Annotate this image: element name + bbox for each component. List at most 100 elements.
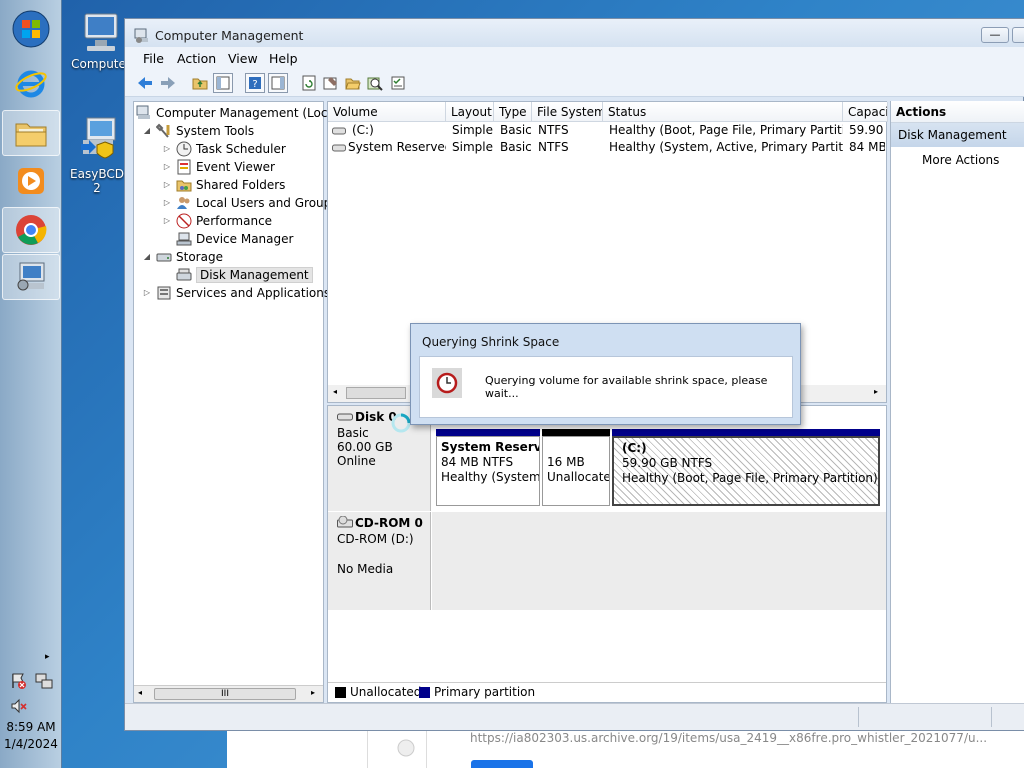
tree-horizontal-scrollbar[interactable]: ◂ III ▸ [134,685,323,702]
status-bar [125,703,1024,730]
menu-action[interactable]: Action [177,51,216,66]
taskbar-computer-management[interactable] [2,254,60,300]
back-button[interactable] [135,73,155,93]
minimize-button[interactable]: — [981,27,1009,43]
clock-time[interactable]: 8:59 AM [0,720,62,734]
tree-label: Disk Management [196,266,313,283]
expand-arrow-icon[interactable]: ▷ [162,198,172,207]
help-button[interactable]: ? [245,73,265,93]
desktop-icon-easybcd[interactable]: EasyBCD 2 [66,116,128,195]
expand-arrow-icon[interactable]: ▷ [162,162,172,171]
show-hide-console-tree-button[interactable] [213,73,233,93]
tree-item-disk-management[interactable]: Disk Management [176,266,313,283]
partition-system-reserved[interactable]: System Reserved 84 MB NTFS Healthy (Syst… [436,436,540,506]
tree-root[interactable]: Computer Management (Local [136,104,338,121]
properties-button[interactable] [321,73,341,93]
cdrom-0-label[interactable]: CD-ROM 0 CD-ROM (D:) No Media [328,512,431,610]
column-header-volume[interactable]: Volume [328,102,446,122]
action-center-icon[interactable] [10,672,28,693]
tree-label: Storage [176,249,223,264]
column-header-type[interactable]: Type [494,102,532,122]
tree-item-performance[interactable]: ▷ Performance [162,212,272,229]
tree-item-device-manager[interactable]: Device Manager [176,230,293,247]
scroll-left-icon[interactable]: ◂ [333,387,337,396]
expand-arrow-icon[interactable]: ▷ [162,144,172,153]
cell-status: Healthy (System, Active, Primary Partiti… [609,140,843,154]
collapse-arrow-icon[interactable]: ◢ [142,126,152,135]
disk-management-icon [176,267,192,283]
column-header-file-system[interactable]: File System [532,102,603,122]
network-icon[interactable] [35,672,53,693]
tree-label: Shared Folders [196,177,286,192]
scroll-thumb[interactable]: III [154,688,296,700]
maximize-button[interactable] [1012,27,1024,43]
clock-date[interactable]: 1/4/2024 [0,737,62,751]
tree-item-event-viewer[interactable]: ▷ Event Viewer [162,158,275,175]
refresh-button[interactable] [299,73,319,93]
cell-type: Basic [500,140,532,154]
open-folder-icon [345,78,361,90]
taskbar-chrome[interactable] [2,207,60,253]
cdrom-0-title: CD-ROM 0 [337,516,430,530]
scroll-right-icon[interactable]: ▸ [311,688,315,697]
partition-c[interactable]: (C:) 59.90 GB NTFS Healthy (Boot, Page F… [612,436,880,506]
tree-item-shared-folders[interactable]: ▷ Shared Folders [162,176,285,193]
svg-text:?: ? [252,79,257,90]
scroll-thumb[interactable] [346,387,406,399]
shared-folder-icon [176,177,192,193]
clock-icon [176,141,192,157]
menu-file[interactable]: File [143,51,164,66]
cell-layout: Simple [452,140,493,154]
column-header-layout[interactable]: Layout [446,102,494,122]
search-button[interactable] [365,73,385,93]
partition-status: Healthy (Boot, Page File, Primary Partit… [622,471,878,485]
tree-item-task-scheduler[interactable]: ▷ Task Scheduler [162,140,286,157]
show-hide-action-pane-button[interactable] [268,73,288,93]
up-one-level-button[interactable] [190,73,210,93]
desktop-icon-computer[interactable]: Computer [70,12,132,71]
tree-item-storage[interactable]: ◢ Storage [142,248,223,265]
open-button[interactable] [343,73,363,93]
chrome-icon [16,215,47,245]
tree-label: Task Scheduler [196,141,286,156]
taskbar-media-player[interactable] [2,158,60,204]
menu-bar: File Action View Help [125,47,1024,69]
taskbar-internet-explorer[interactable] [2,60,60,106]
collapse-arrow-icon[interactable]: ◢ [142,252,152,261]
tray-expand-icon[interactable]: ▸ [45,652,50,662]
scroll-right-icon[interactable]: ▸ [874,387,878,396]
tools-icon [155,123,172,139]
querying-shrink-space-dialog: Querying Shrink Space Querying volume fo… [410,323,801,425]
start-button[interactable] [2,6,60,52]
browser-url-text[interactable]: https://ia802303.us.archive.org/19/items… [470,731,987,745]
column-header-capacity[interactable]: Capaci [843,102,888,122]
tree-item-services[interactable]: ▷ Services and Applications [142,284,330,301]
cell-type: Basic [500,123,532,137]
forward-button[interactable] [158,73,178,93]
drive-icon [332,127,346,135]
menu-help[interactable]: Help [269,51,298,66]
more-actions-link[interactable]: More Actions [891,147,1024,167]
actions-section-disk-management[interactable]: Disk Management [891,123,1024,147]
easybcd-icon [81,117,116,159]
menu-view[interactable]: View [228,51,258,66]
disk-map: Disk 0 Basic 60.00 GB Online System Rese… [327,405,887,703]
cdrom-0-area[interactable] [432,512,886,610]
cell-status: Healthy (Boot, Page File, Primary Partit… [609,123,843,137]
expand-arrow-icon[interactable]: ▷ [162,180,172,189]
browser-button[interactable] [471,760,533,768]
taskbar-file-explorer[interactable] [2,110,60,156]
title-bar[interactable]: Computer Management — [125,19,1024,47]
tree-item-local-users[interactable]: ▷ Local Users and Groups [162,194,338,211]
checklist-button[interactable] [388,73,408,93]
column-header-status[interactable]: Status [603,102,843,122]
expand-arrow-icon[interactable]: ▷ [142,288,152,297]
volume-muted-icon[interactable] [10,697,28,718]
drive-icon [332,144,346,152]
expand-arrow-icon[interactable]: ▷ [162,216,172,225]
tree-item-system-tools[interactable]: ◢ System Tools [142,122,254,139]
cell-file-system: NTFS [538,140,569,154]
scroll-left-icon[interactable]: ◂ [138,688,142,697]
partition-unallocated[interactable]: 16 MB Unallocated [542,436,610,506]
dialog-title[interactable]: Querying Shrink Space [422,335,559,349]
